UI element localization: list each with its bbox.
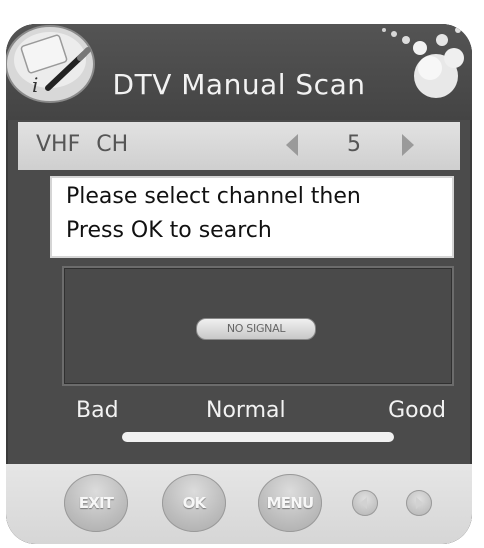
signal-preview: NO SIGNAL <box>62 266 454 386</box>
status-badge: NO SIGNAL <box>196 318 316 340</box>
signal-quality-labels: Bad Normal Good <box>76 398 446 428</box>
ok-button[interactable]: OK <box>162 474 226 532</box>
footer-controls: EXIT OK MENU <box>6 464 472 544</box>
channel-number: 5 <box>347 132 361 157</box>
dtv-manual-scan-panel: i DTV Manual Scan VHF CH 5 Please select … <box>6 24 472 544</box>
quality-normal-label: Normal <box>206 398 286 423</box>
menu-button[interactable]: MENU <box>258 474 322 532</box>
bubbles-icon <box>382 27 464 98</box>
chevron-right-icon[interactable] <box>402 134 414 156</box>
chevron-left-icon[interactable] <box>286 134 298 156</box>
signal-quality-bar <box>122 432 394 442</box>
instruction-line-1: Please select channel then <box>66 184 361 209</box>
quality-bad-label: Bad <box>76 398 119 423</box>
chevron-right-icon <box>416 497 423 509</box>
channel-band-label: VHF CH <box>36 132 128 157</box>
chevron-left-icon <box>360 497 367 509</box>
quality-good-label: Good <box>388 398 446 423</box>
nav-left-button[interactable] <box>352 490 378 516</box>
band-text: VHF <box>36 132 81 157</box>
nav-right-button[interactable] <box>406 490 432 516</box>
instruction-line-2: Press OK to search <box>66 218 272 243</box>
instruction-box: Please select channel then Press OK to s… <box>50 176 454 258</box>
channel-selector[interactable]: VHF CH 5 <box>18 122 460 170</box>
header: i DTV Manual Scan <box>6 24 472 120</box>
ch-text: CH <box>96 132 129 157</box>
exit-button[interactable]: EXIT <box>64 474 128 532</box>
